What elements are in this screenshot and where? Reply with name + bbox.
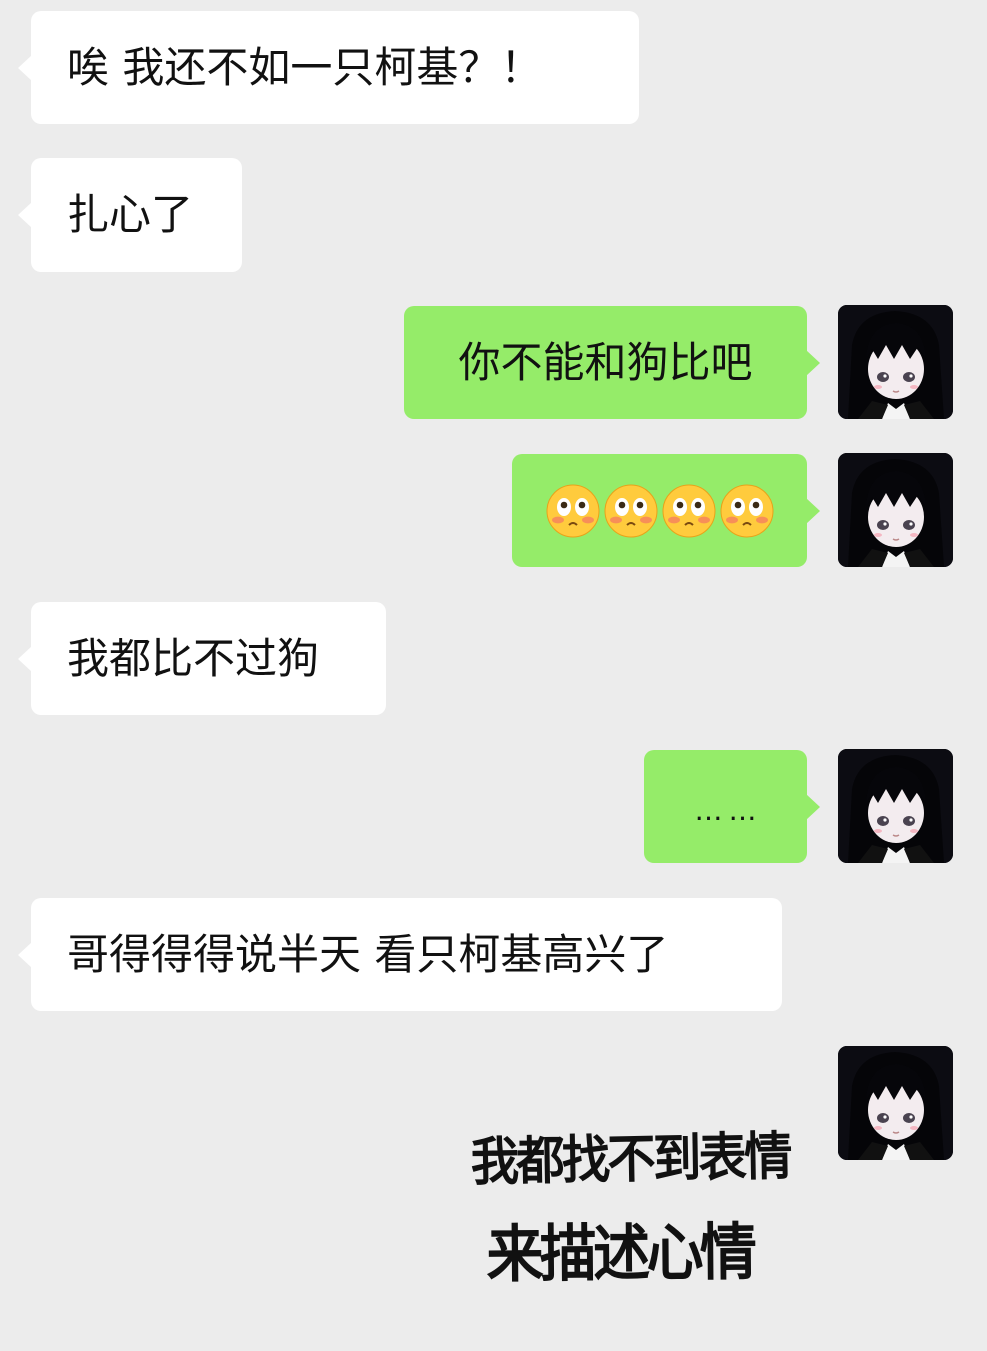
anime-girl-avatar-icon (838, 1046, 953, 1160)
avatar[interactable] (838, 453, 953, 567)
anime-girl-avatar-icon (838, 305, 953, 419)
avatar[interactable] (838, 305, 953, 419)
flushed-face-icon (604, 484, 657, 537)
message-bubble-incoming[interactable]: 唉 我还不如一只柯基？！ (18, 11, 639, 124)
anime-girl-avatar-icon (838, 453, 953, 567)
sticker-message[interactable]: 我都找不到表情 来描述心情 (462, 1112, 822, 1292)
message-bubble-outgoing[interactable] (512, 454, 820, 567)
avatar[interactable] (838, 749, 953, 863)
message-text: 你不能和狗比吧 (458, 337, 753, 387)
message-text: 哥得得得说半天 看只柯基高兴了 (67, 929, 669, 979)
avatar[interactable] (838, 1046, 953, 1160)
message-text: 唉 我还不如一只柯基？！ (67, 42, 543, 92)
message-text: 我都比不过狗 (67, 633, 320, 683)
message-bubble-incoming[interactable]: 扎心了 (18, 158, 242, 272)
message-bubble-incoming[interactable]: 我都比不过狗 (18, 602, 386, 715)
message-text: …… (694, 793, 763, 827)
message-bubble-outgoing[interactable]: 你不能和狗比吧 (404, 306, 820, 419)
flushed-face-icon (662, 484, 715, 537)
flushed-face-icon (720, 484, 773, 537)
message-text: 扎心了 (67, 190, 194, 239)
message-bubble-incoming[interactable]: 哥得得得说半天 看只柯基高兴了 (18, 898, 782, 1011)
sticker-text-line: 来描述心情 (486, 1215, 754, 1291)
message-bubble-outgoing[interactable]: …… (644, 750, 820, 863)
flushed-face-icon (546, 484, 599, 537)
anime-girl-avatar-icon (838, 749, 953, 863)
sticker-text-line: 我都找不到表情 (470, 1127, 791, 1193)
